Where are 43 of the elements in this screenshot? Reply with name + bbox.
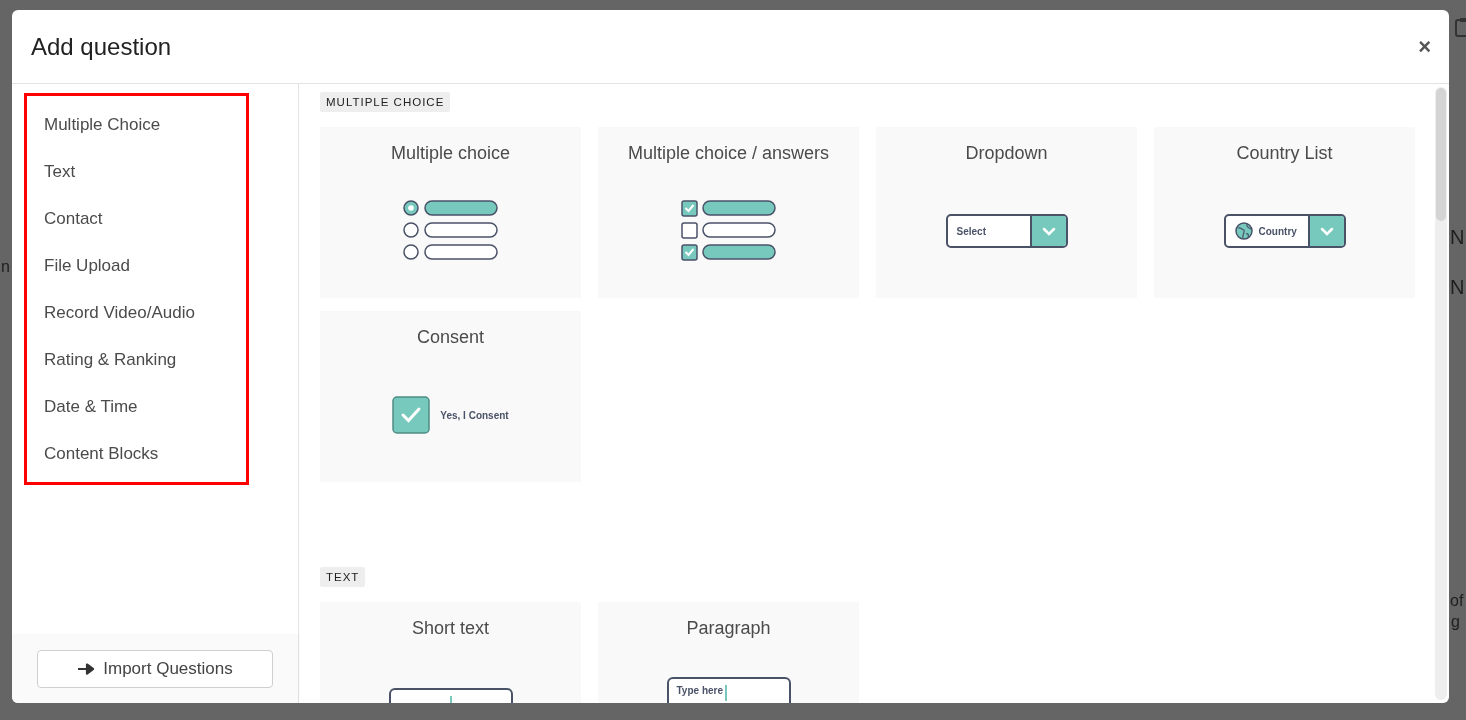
card-title: Dropdown [965,143,1048,164]
background-text: of [1450,592,1464,610]
consent-text: Yes, I Consent [440,409,509,421]
scrollbar-thumb[interactable] [1436,88,1446,221]
card-title: Country List [1236,143,1333,164]
card-title: Short text [411,618,489,639]
category-item[interactable]: Record Video/Audio [27,289,246,336]
checkbox-icon [392,396,431,434]
background-text: N [1450,226,1465,249]
field-text: Type here [676,685,723,696]
arrow-right-icon [77,663,96,675]
question-type-card[interactable]: Country List Country [1154,127,1415,298]
dropdown-text: Country [1258,225,1297,237]
category-item[interactable]: File Upload [27,242,246,289]
background-text: g [1451,613,1460,631]
card-title: Consent [416,327,484,348]
background-text: N [1450,276,1465,299]
dialog-title: Add question [31,32,172,61]
question-type-card[interactable]: Multiple choice / answers [598,127,859,298]
card-title: Multiple choice / answers [627,143,830,164]
chevron-down-icon [1319,226,1334,236]
background-text: n [1,258,10,276]
section-label: MULTIPLE CHOICE [320,92,451,112]
category-item[interactable]: Content Blocks [27,430,246,477]
category-item[interactable]: Multiple Choice [27,101,246,148]
card-title: Multiple choice [390,143,511,164]
question-type-card[interactable]: Short text [320,602,581,703]
scrollbar[interactable] [1435,87,1447,700]
category-item[interactable]: Rating & Ranking [27,336,246,383]
section-label: TEXT [320,567,366,587]
dropdown-text: Select [956,225,986,237]
globe-icon [1234,222,1253,240]
import-questions-button[interactable]: Import Questions [37,650,273,688]
category-item[interactable]: Text [27,148,246,195]
close-button[interactable]: × [1418,33,1431,60]
category-item[interactable]: Contact [27,195,246,242]
chevron-down-icon [1041,226,1056,236]
card-title: Paragraph [686,618,771,639]
question-type-card[interactable]: Multiple choice [320,127,581,298]
question-type-card[interactable]: Paragraph Type here [598,602,859,703]
question-type-card[interactable]: Consent Yes, I Consent [320,311,581,482]
question-type-card[interactable]: Dropdown Select [876,127,1137,298]
category-item[interactable]: Date & Time [27,383,246,430]
